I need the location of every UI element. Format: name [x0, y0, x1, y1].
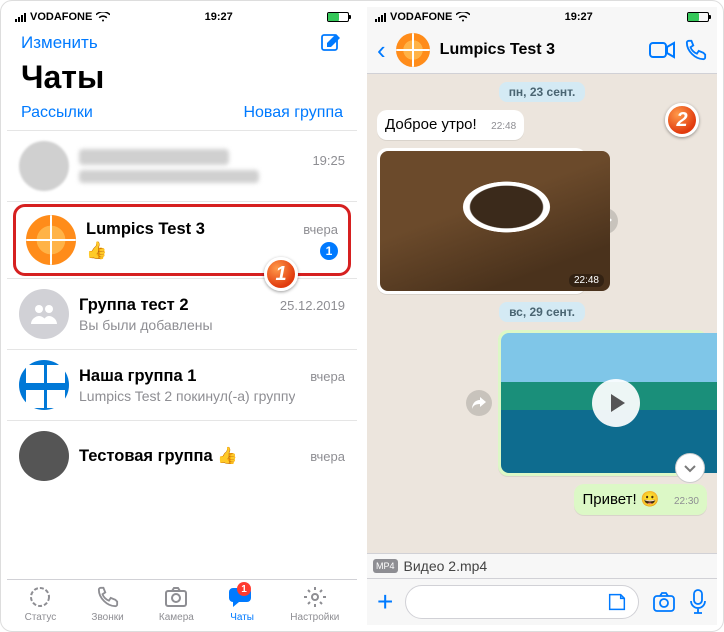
avatar-orange-icon	[26, 215, 76, 265]
camera-icon[interactable]	[651, 591, 677, 613]
date-separator: вс, 29 сент.	[499, 302, 585, 322]
chat-row[interactable]: Группа тест 2 25.12.2019 Вы были добавлен…	[7, 279, 357, 349]
page-title: Чаты	[7, 55, 357, 104]
coffee-image: 22:48	[380, 151, 610, 291]
tab-settings[interactable]: Настройки	[290, 584, 339, 623]
battery-icon	[327, 12, 349, 22]
status-bar: VODAFONE 19:27	[7, 7, 357, 27]
back-button[interactable]: ‹	[377, 35, 386, 66]
status-icon	[27, 584, 53, 610]
tab-badge: 1	[237, 582, 251, 596]
beach-video-thumb	[501, 333, 717, 473]
attachment-row: MP4 Видео 2.mp4	[367, 553, 717, 578]
wifi-icon	[96, 12, 110, 22]
chat-row[interactable]: Тестовая группа 👍 вчера	[7, 421, 357, 483]
video-message[interactable]	[498, 330, 707, 476]
image-message[interactable]: 22:48	[377, 148, 586, 294]
mic-icon[interactable]	[689, 589, 707, 615]
play-icon[interactable]	[592, 379, 640, 427]
compose-icon[interactable]	[319, 31, 343, 55]
wifi-icon	[456, 12, 470, 22]
message-input[interactable]	[405, 585, 639, 619]
chats-screen: VODAFONE 19:27 Изменить Чаты Рассылки Но…	[7, 7, 357, 625]
message-time: 22:48	[491, 121, 516, 132]
message-text: Доброе утро!	[385, 116, 477, 133]
scroll-to-bottom-button[interactable]	[675, 453, 705, 483]
tab-calls[interactable]: Звонки	[91, 584, 123, 623]
tab-bar: Статус Звонки Камера Чаты 1 Настройки	[7, 579, 357, 625]
conversation-screen: VODAFONE 19:27 ‹ Lumpics Test 3 пн, 23 с…	[367, 7, 717, 625]
date-separator: пн, 23 сент.	[499, 82, 586, 102]
unread-badge: 1	[320, 242, 338, 260]
chat-name: Наша группа 1	[79, 367, 196, 386]
chat-preview: Вы были добавлены	[79, 317, 213, 333]
chat-preview: Lumpics Test 2 покинул(-а) группу	[79, 388, 295, 404]
sticker-icon[interactable]	[606, 591, 628, 613]
message-in[interactable]: Доброе утро! 22:48	[377, 110, 524, 140]
tab-camera[interactable]: Камера	[159, 584, 194, 623]
chat-avatar-icon[interactable]	[396, 33, 430, 67]
chat-name: Тестовая группа 👍	[79, 447, 238, 466]
phone-icon	[95, 584, 121, 610]
file-name: Видео 2.mp4	[404, 558, 488, 574]
message-time: 22:30	[674, 496, 699, 507]
chat-row[interactable]: 19:25	[7, 131, 357, 201]
chat-row[interactable]: Lumpics Test 3 вчера 👍 1	[22, 213, 342, 267]
chat-time: вчера	[310, 449, 345, 464]
pc-avatar-icon	[19, 431, 69, 481]
input-bar: +	[367, 578, 717, 625]
chat-title[interactable]: Lumpics Test 3	[440, 41, 639, 59]
chat-name: Lumpics Test 3	[86, 220, 205, 239]
video-call-icon[interactable]	[649, 41, 675, 59]
chat-row[interactable]: Наша группа 1 вчера Lumpics Test 2 покину…	[7, 350, 357, 420]
signal-icon	[375, 13, 386, 22]
clock-label: 19:27	[205, 11, 233, 23]
camera-icon	[163, 584, 189, 610]
avatar	[19, 141, 69, 191]
signal-icon	[15, 13, 26, 22]
attach-button[interactable]: +	[377, 586, 393, 618]
edit-button[interactable]: Изменить	[21, 33, 98, 53]
highlighted-chat: Lumpics Test 3 вчера 👍 1 1	[13, 204, 351, 276]
step-marker-2: 2	[665, 103, 699, 137]
message-out[interactable]: Привет! 😀 22:30	[574, 484, 707, 515]
step-marker-1: 1	[264, 257, 298, 291]
new-group-link[interactable]: Новая группа	[243, 104, 343, 122]
voice-call-icon[interactable]	[685, 39, 707, 61]
battery-icon	[687, 12, 709, 22]
nav-bar: Изменить	[7, 27, 357, 55]
message-time: 22:48	[569, 274, 604, 287]
status-bar: VODAFONE 19:27	[367, 7, 717, 27]
chat-time: вчера	[310, 369, 345, 384]
chat-header: ‹ Lumpics Test 3	[367, 27, 717, 74]
broadcasts-link[interactable]: Рассылки	[21, 104, 93, 122]
message-text: Привет! 😀	[582, 491, 659, 508]
messages-area[interactable]: пн, 23 сент. Доброе утро! 22:48 22:48 вс…	[367, 74, 717, 553]
gear-icon	[302, 584, 328, 610]
chat-time: вчера	[303, 222, 338, 237]
chat-preview: 👍	[86, 241, 107, 261]
group-avatar-icon	[19, 289, 69, 339]
chat-time: 25.12.2019	[280, 298, 345, 313]
chat-name: Группа тест 2	[79, 296, 189, 315]
carrier-label: VODAFONE	[30, 11, 92, 23]
tab-status[interactable]: Статус	[25, 584, 57, 623]
tab-chats[interactable]: Чаты 1	[229, 584, 255, 623]
forward-icon[interactable]	[466, 390, 492, 416]
file-ext-badge: MP4	[373, 559, 398, 573]
windows-avatar-icon	[19, 360, 69, 410]
